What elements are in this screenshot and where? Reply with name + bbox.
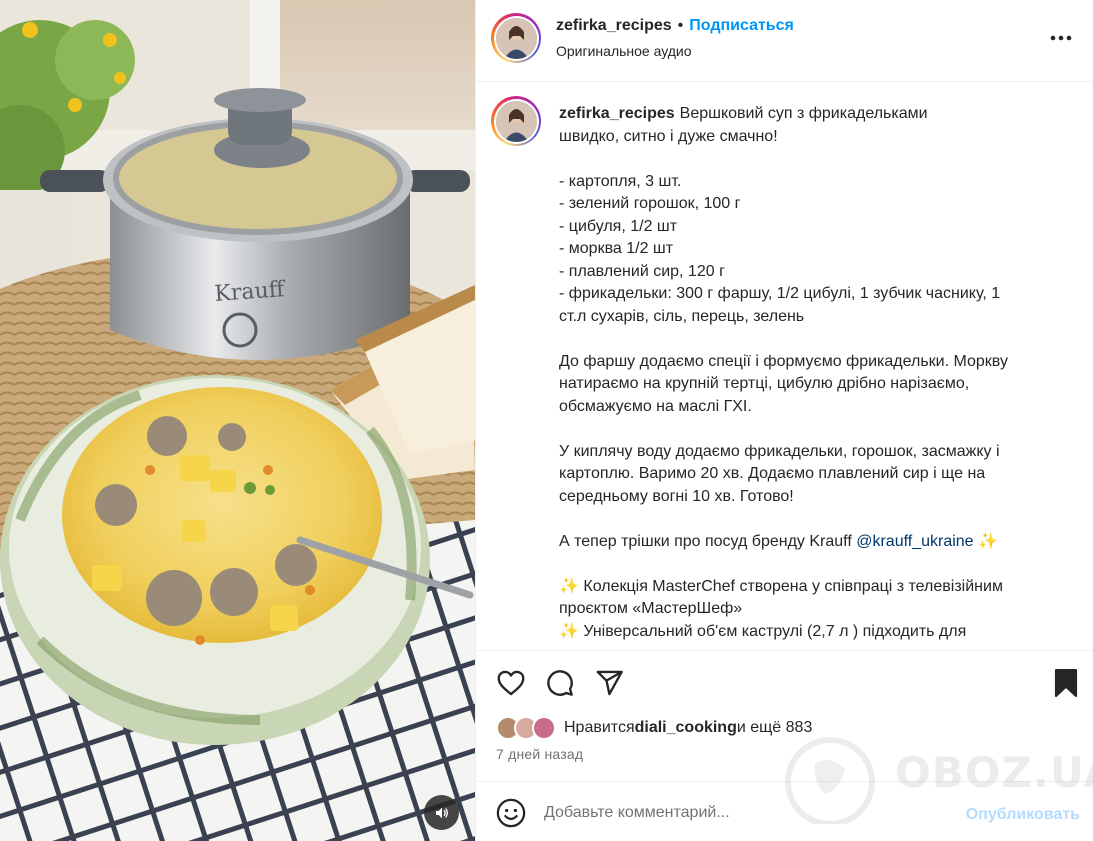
avatar-image <box>495 100 537 142</box>
post-caption: zefirka_recipes Вершковий суп з фрикадель… <box>559 103 1054 649</box>
like-button[interactable] <box>495 667 527 699</box>
caption-feature-line: проєктом «МастерШеф» <box>559 600 743 617</box>
comment-bar: Опубликовать <box>476 781 1093 841</box>
caption-line: ст.л сухарів, сіль, перець, зелень <box>559 307 805 325</box>
svg-text:Krauff: Krauff <box>214 277 287 307</box>
caption-line: швидко, ситно і дуже смачно! <box>559 127 778 145</box>
brand-text: А тепер трішки про посуд бренду Krauff <box>559 532 857 550</box>
caption-line: У киплячу воду додаємо фрикадельки, горо… <box>559 442 1000 460</box>
post-media[interactable]: Krauff <box>0 0 475 841</box>
soup-photo: Krauff <box>0 0 475 841</box>
avatar-image <box>495 17 537 59</box>
caption-feature-line: ✨ Колекція MasterChef створена у співпра… <box>559 577 1003 595</box>
post-header: zefirka_recipes • Подписаться Оригинальное… <box>476 0 1093 82</box>
caption-line: натираємо на крупній тертці, цибулю дріб… <box>559 375 970 392</box>
caption-username[interactable]: zefirka_recipes <box>559 105 675 122</box>
liker-avatars[interactable] <box>496 714 560 742</box>
author-username[interactable]: zefirka_recipes <box>556 17 672 34</box>
share-button[interactable] <box>594 667 626 699</box>
share-icon <box>596 670 623 696</box>
caption-line: - цибуля, 1/2 шт <box>559 217 678 235</box>
heart-icon <box>497 670 525 696</box>
emoji-icon <box>496 798 526 828</box>
sparkle-emoji: ✨ <box>973 532 998 550</box>
caption-line: - фрикадельки: 300 г фаршу, 1/2 цибулі, … <box>559 285 1001 302</box>
caption-line <box>559 328 1054 351</box>
caption-line <box>559 508 1054 531</box>
volume-icon <box>435 807 448 818</box>
follow-button[interactable]: Подписаться <box>689 17 794 34</box>
header-title-row: zefirka_recipes • Подписаться <box>556 17 794 35</box>
separator-dot: • <box>677 17 684 34</box>
caption-body: швидко, ситно і дуже смачно! - картопля, … <box>559 126 1054 531</box>
caption-feature-line: ✨ Універсальний об'єм каструлі (2,7 л ) … <box>559 622 967 640</box>
comment-icon <box>547 670 573 696</box>
caption-line: - зелений горошок, 100 г <box>559 195 741 212</box>
liker-avatar <box>532 716 556 740</box>
comment-input[interactable] <box>544 798 944 828</box>
likes-prefix: Нравится <box>564 719 635 736</box>
caption-line: обсмажуємо на маслі ГХІ. <box>559 397 752 415</box>
liker-username[interactable]: diali_cooking <box>635 719 737 737</box>
caption-line <box>559 148 1054 171</box>
caption-line: До фаршу додаємо спеції і формуємо фрика… <box>559 352 1008 370</box>
author-avatar[interactable] <box>491 13 541 63</box>
more-options-button[interactable] <box>1046 25 1076 51</box>
comment-button[interactable] <box>544 667 576 699</box>
audio-toggle-button[interactable] <box>424 795 459 830</box>
caption-line: - плавлений сир, 120 г <box>559 262 725 280</box>
caption-title: Вершковий суп з фрикадельками <box>679 105 928 122</box>
caption-brand-line: А тепер трішки про посуд бренду Krauff @… <box>559 531 1054 554</box>
likes-row: Нравится diali_cooking и ещё 883 <box>496 714 812 742</box>
publish-button[interactable]: Опубликовать <box>966 806 1080 824</box>
caption-scroll-area[interactable]: zefirka_recipes Вершковий суп з фрикадель… <box>476 83 1093 649</box>
save-button[interactable] <box>1050 667 1082 699</box>
more-icon <box>1050 35 1072 41</box>
post-panel: zefirka_recipes • Подписаться Оригинальное… <box>475 0 1093 841</box>
emoji-picker-button[interactable] <box>496 798 526 828</box>
likes-count[interactable]: и ещё 883 <box>737 719 812 737</box>
caption-line: - картопля, 3 шт. <box>559 172 682 190</box>
caption-line <box>559 418 1054 441</box>
caption-first-line: zefirka_recipes Вершковий суп з фрикадель… <box>559 103 1054 126</box>
caption-author-avatar[interactable] <box>491 96 541 146</box>
bookmark-icon <box>1054 669 1078 697</box>
brand-mention-link[interactable]: @krauff_ukraine <box>856 533 973 550</box>
action-bar <box>476 650 1093 714</box>
audio-label[interactable]: Оригинальное аудио <box>556 43 692 59</box>
post-timestamp[interactable]: 7 дней назад <box>496 746 583 762</box>
caption-features: ✨ Колекція MasterChef створена у співпра… <box>559 553 1054 650</box>
caption-feature-line <box>559 553 1054 576</box>
caption-line: картоплю. Варимо 20 хв. Додаємо плавлени… <box>559 465 986 482</box>
caption-feature-line: щоденного приготування. <box>559 643 1054 649</box>
caption-line: середньому вогні 10 хв. Готово! <box>559 487 794 505</box>
caption-line: - морква 1/2 шт <box>559 240 674 257</box>
